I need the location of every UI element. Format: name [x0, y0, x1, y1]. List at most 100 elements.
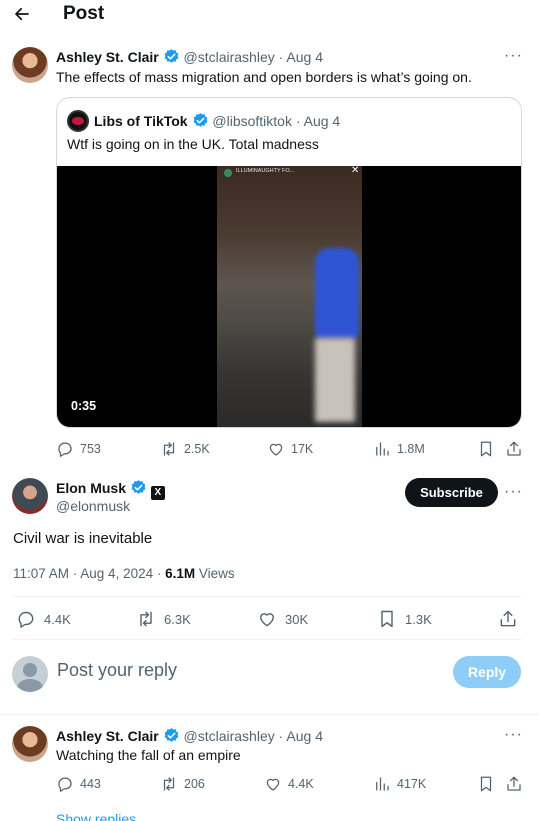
repost-action[interactable]: 2.5K — [160, 440, 210, 458]
reply-action[interactable]: 4.4K — [16, 609, 71, 629]
like-action[interactable]: 30K — [257, 609, 308, 629]
bookmark-icon — [480, 441, 492, 457]
author-line: Ashley St. Clair @stclairashley · Aug 4 — [56, 727, 323, 744]
repost-icon — [163, 442, 175, 456]
share-button[interactable] — [505, 440, 523, 463]
video-duration: 0:35 — [71, 399, 97, 413]
views-count: 1.8M — [397, 442, 425, 456]
reply-placeholder: Post your reply — [57, 660, 178, 680]
heart-icon — [266, 778, 280, 791]
verified-badge-icon — [193, 113, 207, 127]
avatar[interactable] — [12, 726, 48, 762]
handle-time: @stclairashley · Aug 4 — [183, 49, 323, 65]
bookmark-button[interactable] — [477, 775, 495, 798]
bookmark-icon — [381, 610, 393, 628]
user-avatar — [12, 656, 48, 692]
quote-author-line: Libs of TikTok @libsoftiktok · Aug 4 — [94, 112, 340, 129]
reply-button[interactable]: Reply — [453, 656, 521, 688]
reply-count: 753 — [80, 442, 101, 456]
post-text: Civil war is inevitable — [13, 530, 153, 547]
repost-action[interactable]: 206 — [160, 775, 205, 793]
quote-text: Wtf is going on in the UK. Total madness — [67, 136, 319, 152]
views-label: Views — [195, 566, 235, 581]
avatar[interactable] — [12, 478, 48, 514]
views-action[interactable]: 417K — [373, 775, 426, 793]
verified-badge-icon — [164, 49, 178, 63]
reply-count: 4.4K — [44, 611, 71, 627]
share-button[interactable] — [498, 609, 518, 634]
video-overlay-logo — [224, 169, 232, 177]
more-options-icon[interactable]: ··· — [504, 47, 523, 65]
views-chart-icon — [376, 442, 389, 456]
reply-icon — [58, 777, 72, 792]
video-player[interactable]: ILLUMINAUGHTY FO... ✕ 0:35 — [57, 166, 521, 427]
divider — [0, 714, 539, 715]
author-name[interactable]: Elon Musk — [56, 480, 126, 496]
video-frame: ILLUMINAUGHTY FO... ✕ — [217, 166, 362, 427]
quote-handle-time: @libsoftiktok · Aug 4 — [212, 113, 341, 129]
quote-author-name: Libs of TikTok — [94, 113, 188, 129]
post-text: The effects of mass migration and open b… — [56, 69, 472, 85]
quote-avatar-mark — [72, 117, 84, 125]
verified-badge-icon — [164, 728, 178, 742]
show-replies-link[interactable]: Show replies — [56, 811, 136, 821]
author-handle: @elonmusk — [56, 498, 131, 514]
repost-count: 206 — [184, 777, 205, 791]
share-icon — [507, 441, 521, 456]
like-action[interactable]: 17K — [267, 440, 313, 458]
verified-badge-icon — [131, 480, 146, 494]
share-icon — [507, 776, 521, 791]
bookmark-button[interactable] — [477, 440, 495, 463]
divider — [12, 639, 521, 640]
author-name[interactable]: Ashley St. Clair — [56, 728, 159, 744]
author-name[interactable]: Ashley St. Clair — [56, 49, 159, 65]
repost-action[interactable]: 6.3K — [136, 609, 191, 629]
repost-count: 2.5K — [184, 442, 210, 456]
repost-icon — [140, 611, 152, 627]
share-icon — [500, 610, 516, 627]
post-meta: 11:07 AM · Aug 4, 2024 · 6.1M Views — [13, 566, 235, 581]
video-overlay-label: ILLUMINAUGHTY FO... — [236, 168, 295, 174]
like-count: 4.4K — [288, 777, 314, 791]
reply-icon — [58, 442, 72, 457]
post-text: Watching the fall of an empire — [56, 747, 241, 763]
video-figure-legs — [315, 338, 355, 422]
like-count: 30K — [285, 611, 309, 627]
divider — [12, 596, 521, 597]
arrow-left-icon — [15, 7, 29, 21]
views-chart-icon — [376, 777, 389, 791]
heart-icon — [269, 443, 283, 456]
post-timestamp[interactable]: 11:07 AM · Aug 4, 2024 · — [13, 566, 165, 581]
avatar-head — [23, 663, 37, 677]
avatar-body — [17, 679, 43, 692]
quote-avatar — [67, 110, 89, 132]
reply-icon — [18, 611, 34, 628]
share-button[interactable] — [505, 775, 523, 798]
bookmark-icon — [480, 776, 492, 792]
reply-action[interactable]: 753 — [56, 440, 101, 458]
like-action[interactable]: 4.4K — [264, 775, 314, 793]
subscribe-button[interactable]: Subscribe — [405, 478, 498, 507]
reply-action[interactable]: 443 — [56, 775, 101, 793]
video-figure — [315, 248, 359, 340]
video-close-icon[interactable]: ✕ — [351, 166, 359, 176]
bookmark-action[interactable]: 1.3K — [377, 609, 432, 629]
author-name-line: Elon Musk X — [56, 479, 165, 500]
reply-input[interactable]: Post your reply — [57, 660, 437, 686]
more-options-icon[interactable]: ··· — [504, 726, 523, 744]
avatar[interactable] — [12, 47, 48, 83]
quoted-post[interactable]: Libs of TikTok @libsoftiktok · Aug 4 Wtf… — [56, 97, 522, 428]
views-count: 417K — [397, 777, 427, 791]
handle-time: @stclairashley · Aug 4 — [183, 728, 323, 744]
reply-count: 443 — [80, 777, 101, 791]
back-button[interactable] — [10, 4, 34, 24]
repost-icon — [163, 777, 175, 791]
like-count: 17K — [291, 442, 314, 456]
bookmark-count: 1.3K — [405, 611, 432, 627]
author-line: Ashley St. Clair @stclairashley · Aug 4 — [56, 48, 323, 65]
views-number: 6.1M — [165, 566, 196, 581]
repost-count: 6.3K — [164, 611, 191, 627]
page-title: Post — [63, 3, 105, 24]
more-options-icon[interactable]: ··· — [504, 483, 523, 501]
views-action[interactable]: 1.8M — [373, 440, 425, 458]
